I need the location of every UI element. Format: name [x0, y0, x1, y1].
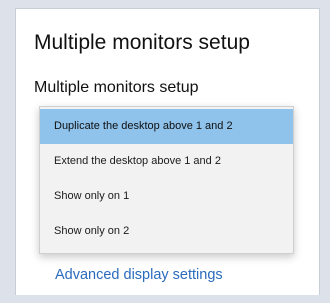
- option-show-only-2[interactable]: Show only on 2: [40, 214, 293, 249]
- section-title: Multiple monitors setup: [34, 31, 250, 54]
- option-show-only-1[interactable]: Show only on 1: [40, 179, 293, 214]
- option-extend-desktop[interactable]: Extend the desktop above 1 and 2: [40, 144, 293, 179]
- option-duplicate-desktop[interactable]: Duplicate the desktop above 1 and 2: [40, 109, 293, 144]
- advanced-display-settings-link[interactable]: Advanced display settings: [55, 267, 223, 283]
- multiple-monitors-dropdown-list: Duplicate the desktop above 1 and 2 Exte…: [39, 106, 294, 254]
- multiple-monitors-label: Multiple monitors setup: [34, 79, 199, 96]
- display-settings-panel: Multiple monitors setup Multiple monitor…: [15, 8, 320, 295]
